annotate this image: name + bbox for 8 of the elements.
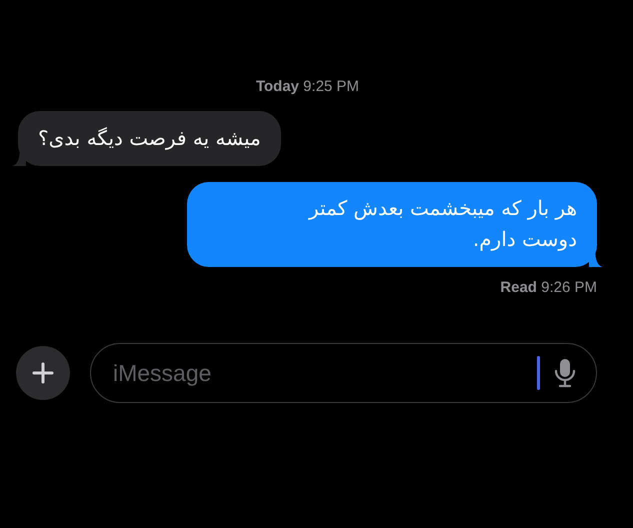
timestamp: Today 9:25 PM <box>256 77 360 97</box>
message-field[interactable]: iMessage <box>90 343 597 403</box>
text-cursor <box>537 356 540 390</box>
add-button[interactable] <box>16 346 70 400</box>
message-input[interactable]: iMessage <box>111 354 537 392</box>
microphone-icon[interactable] <box>554 358 576 388</box>
read-receipt: Read 9:26 PM <box>500 278 597 298</box>
plus-icon <box>32 362 54 384</box>
